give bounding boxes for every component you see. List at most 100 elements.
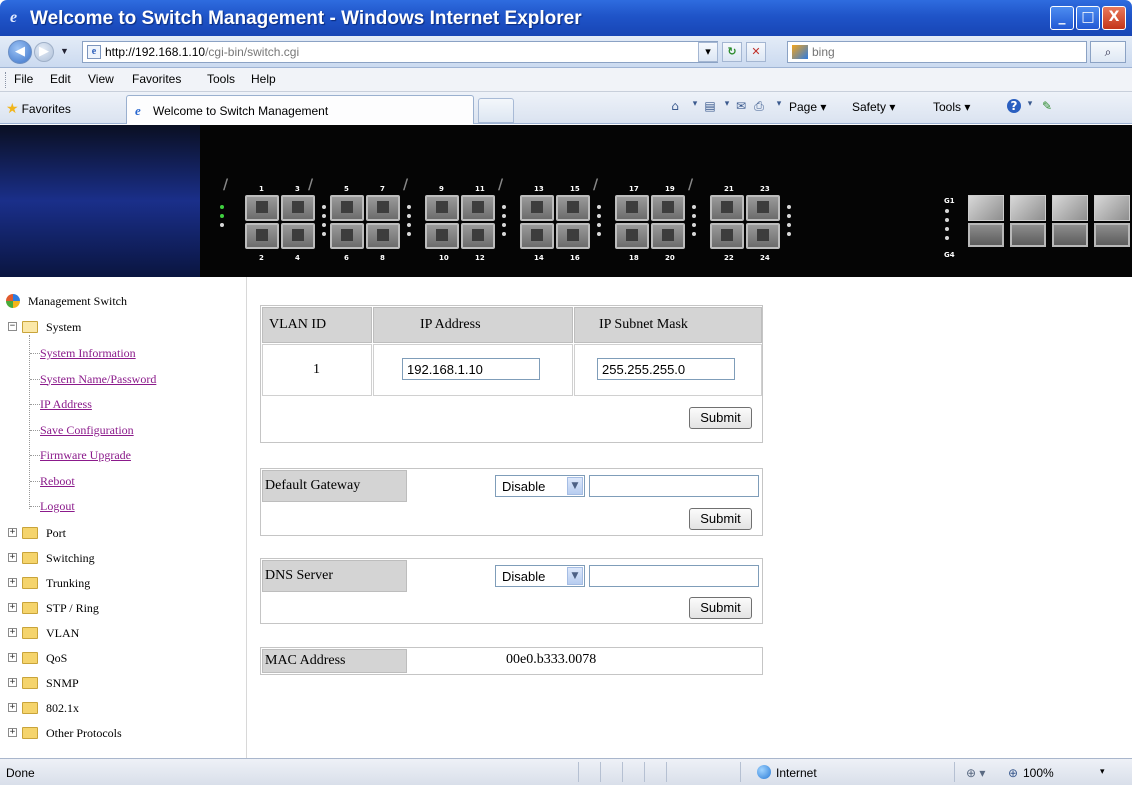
safety-menu[interactable]: Safety ▾ bbox=[852, 100, 895, 114]
mail-icon[interactable]: ✉ bbox=[734, 99, 748, 113]
port-15 bbox=[556, 195, 590, 221]
help-icon[interactable]: ? bbox=[1007, 99, 1021, 113]
new-tab-button[interactable] bbox=[478, 98, 514, 123]
search-input[interactable] bbox=[812, 44, 1072, 60]
back-button[interactable]: ◀ bbox=[8, 40, 32, 64]
port-7 bbox=[366, 195, 400, 221]
menu-favorites[interactable]: Favorites bbox=[132, 72, 181, 86]
forward-button[interactable]: ▶ bbox=[34, 42, 54, 62]
refresh-icon[interactable]: ↻ bbox=[722, 42, 742, 62]
menu-edit[interactable]: Edit bbox=[50, 72, 71, 86]
sidebar-link-firmware-upgrade[interactable]: Firmware Upgrade bbox=[0, 445, 247, 469]
sidebar-link-save-configuration[interactable]: Save Configuration bbox=[0, 420, 247, 444]
stop-icon[interactable]: ✕ bbox=[746, 42, 766, 62]
expand-icon[interactable]: + bbox=[8, 528, 17, 537]
ip-submit-button[interactable]: Submit bbox=[689, 407, 752, 429]
sidebar-item-other-protocols[interactable]: + Other Protocols bbox=[0, 723, 247, 747]
sidebar-item-port[interactable]: + Port bbox=[0, 523, 247, 547]
tree-system[interactable]: − System bbox=[0, 317, 247, 341]
menu-tools[interactable]: Tools bbox=[207, 72, 235, 86]
port-number-label: 16 bbox=[570, 254, 580, 262]
page-menu[interactable]: Page ▾ bbox=[789, 100, 826, 114]
mac-label-cell: MAC Address bbox=[262, 649, 407, 673]
dns-mode-select[interactable]: Disable ▼ bbox=[495, 565, 585, 587]
sidebar-link-label[interactable]: Firmware Upgrade bbox=[40, 448, 131, 463]
research-icon[interactable]: ✎ bbox=[1040, 99, 1054, 113]
maximize-button[interactable]: □ bbox=[1076, 6, 1100, 30]
menu-file[interactable]: File bbox=[14, 72, 33, 86]
tab-switch-management[interactable]: e Welcome to Switch Management bbox=[126, 95, 474, 124]
menu-help[interactable]: Help bbox=[251, 72, 276, 86]
tree-root[interactable]: Management Switch bbox=[0, 291, 247, 315]
sidebar-item-snmp[interactable]: + SNMP bbox=[0, 673, 247, 697]
zoom-dropdown-icon[interactable]: ▾ bbox=[1100, 766, 1105, 777]
sidebar-item-8021x[interactable]: +802.1x bbox=[0, 698, 247, 722]
bing-icon bbox=[792, 45, 808, 59]
sidebar-item-stp-ring[interactable]: + STP / Ring bbox=[0, 598, 247, 622]
zoom-level[interactable]: 100% bbox=[1023, 766, 1054, 780]
collapse-icon[interactable]: − bbox=[8, 322, 17, 331]
sidebar-item-trunking[interactable]: + Trunking bbox=[0, 573, 247, 597]
gateway-mode-select[interactable]: Disable ▼ bbox=[495, 475, 585, 497]
protected-mode-icon[interactable]: ⊕ ▾ bbox=[966, 766, 985, 780]
sidebar-link-label[interactable]: Save Configuration bbox=[40, 423, 134, 438]
sidebar-link-reboot[interactable]: Reboot bbox=[0, 471, 247, 495]
sidebar-item-vlan[interactable]: + VLAN bbox=[0, 623, 247, 647]
port-number-label: 24 bbox=[760, 254, 770, 262]
sidebar-item-qos[interactable]: + QoS bbox=[0, 648, 247, 672]
home-icon[interactable]: ⌂ bbox=[668, 99, 682, 113]
subnet-mask-input[interactable] bbox=[597, 358, 735, 380]
expand-icon[interactable]: + bbox=[8, 603, 17, 612]
sidebar-link-system-information[interactable]: System Information bbox=[0, 343, 247, 367]
url-dropdown-icon[interactable]: ▾ bbox=[698, 42, 718, 62]
sidebar-item-switching[interactable]: + Switching bbox=[0, 548, 247, 572]
feeds-dropdown-icon[interactable]: ▾ bbox=[720, 99, 734, 113]
sidebar-link-logout[interactable]: Logout bbox=[0, 496, 247, 520]
menu-view[interactable]: View bbox=[88, 72, 114, 86]
dns-submit-button[interactable]: Submit bbox=[689, 597, 752, 619]
dns-label: DNS Server bbox=[265, 568, 334, 583]
close-button[interactable]: X bbox=[1102, 6, 1126, 30]
sidebar-link-label[interactable]: Logout bbox=[40, 499, 75, 514]
print-icon[interactable]: ⎙ bbox=[752, 99, 766, 113]
tree-connector bbox=[30, 404, 40, 405]
chevron-down-icon: ▼ bbox=[567, 477, 583, 495]
expand-icon[interactable]: + bbox=[8, 628, 17, 637]
sidebar-link-system-name-password[interactable]: System Name/Password bbox=[0, 369, 247, 393]
expand-icon[interactable]: + bbox=[8, 553, 17, 562]
expand-icon[interactable]: + bbox=[8, 653, 17, 662]
port-3 bbox=[281, 195, 315, 221]
port-leds bbox=[502, 205, 508, 241]
gateway-submit-button[interactable]: Submit bbox=[689, 508, 752, 530]
zoom-icon[interactable]: ⊕ bbox=[1008, 766, 1018, 780]
gateway-input[interactable] bbox=[589, 475, 759, 497]
sidebar-link-label[interactable]: Reboot bbox=[40, 474, 75, 489]
feeds-icon[interactable]: ▤ bbox=[703, 99, 717, 113]
ip-address-input[interactable] bbox=[402, 358, 540, 380]
url-field[interactable]: e http://192.168.1.10/cgi-bin/switch.cgi bbox=[82, 41, 718, 63]
port-number-label: 14 bbox=[534, 254, 544, 262]
tree-connector bbox=[30, 378, 40, 380]
sidebar-link-label[interactable]: IP Address bbox=[40, 397, 92, 412]
tools-menu[interactable]: Tools ▾ bbox=[933, 100, 970, 114]
print-dropdown-icon[interactable]: ▾ bbox=[772, 99, 786, 113]
search-box[interactable] bbox=[787, 41, 1087, 63]
dns-input[interactable] bbox=[589, 565, 759, 587]
minimize-button[interactable]: _ bbox=[1050, 6, 1074, 30]
search-button[interactable]: ⌕ bbox=[1090, 41, 1126, 63]
sidebar-link-ip-address[interactable]: IP Address bbox=[0, 394, 247, 418]
sidebar-link-label[interactable]: System Information bbox=[40, 346, 136, 361]
help-dropdown-icon[interactable]: ▾ bbox=[1023, 99, 1037, 113]
expand-icon[interactable]: + bbox=[8, 703, 17, 712]
favorites-button[interactable]: ★ Favorites bbox=[6, 100, 71, 117]
sidebar-item-label: Other Protocols bbox=[46, 726, 122, 740]
expand-icon[interactable]: + bbox=[8, 678, 17, 687]
page-menu-label: Page bbox=[789, 100, 818, 114]
expand-icon[interactable]: + bbox=[8, 728, 17, 737]
sidebar-link-label[interactable]: System Name/Password bbox=[40, 372, 156, 387]
history-dropdown-icon[interactable]: ▼ bbox=[60, 46, 69, 56]
home-dropdown-icon[interactable]: ▾ bbox=[688, 99, 702, 113]
expand-icon[interactable]: + bbox=[8, 578, 17, 587]
status-text: Done bbox=[6, 766, 35, 780]
folder-icon bbox=[22, 652, 38, 664]
